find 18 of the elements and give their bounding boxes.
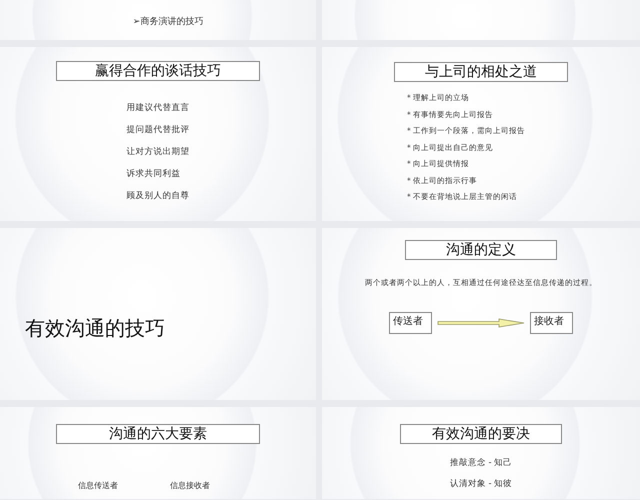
list-item: 提问题代替批评 [126,124,190,136]
slide-title: 有效沟通的要决 [400,424,562,444]
slide-title: 与上司的相处之道 [394,62,568,82]
slide-title: 赢得合作的谈话技巧 [56,61,260,81]
list-item: 让对方说出期望 [126,146,190,158]
list-item: 信息接收者 [170,480,210,491]
list-item: 诉求共同利益 [126,168,180,180]
section-title: 有效沟通的技巧 [25,314,165,342]
list-item: 用建议代替直言 [126,102,190,114]
list-item: 推敲意念 - 知己 [450,457,512,469]
diagram-box: 接收者 [530,312,573,334]
diagram-box: 传送者 [389,312,432,334]
slide-title: 沟通的六大要素 [56,424,260,444]
slide-title: 沟通的定义 [405,240,557,260]
list-item: 认清对象 - 知彼 [450,478,512,490]
list-item: 顾及别人的自尊 [126,190,190,202]
list-item: ➢商务演讲的技巧 [132,16,204,28]
list-item: 信息传送者 [78,480,118,491]
